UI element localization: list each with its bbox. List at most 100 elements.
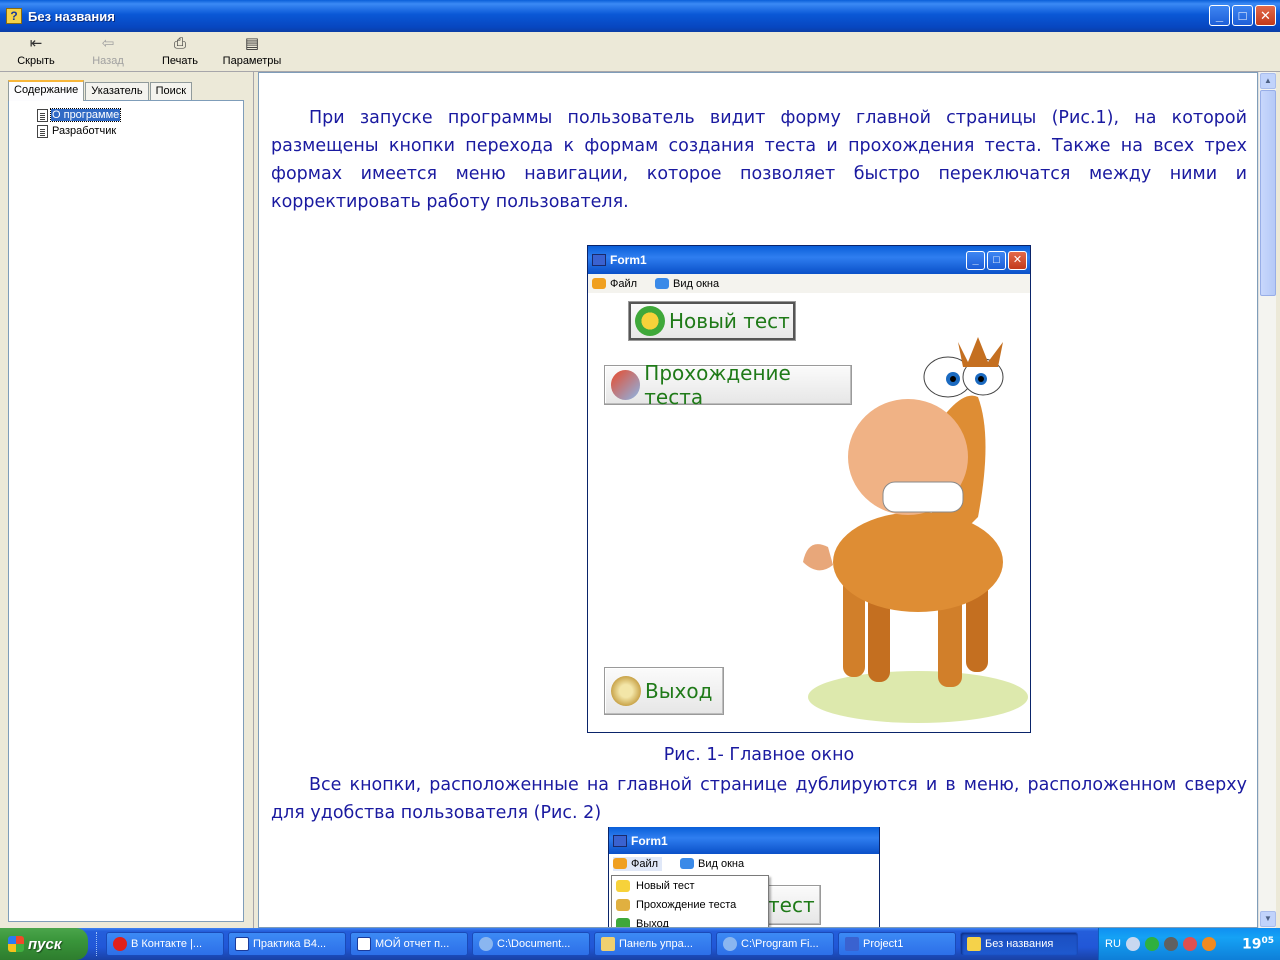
word-document-icon xyxy=(357,937,371,951)
figure2-file-dropdown: Новый тест Прохождение теста Выход xyxy=(611,875,769,928)
menu-file-label: Файл xyxy=(631,857,659,870)
back-label: Назад xyxy=(92,55,124,67)
explorer-icon xyxy=(723,937,737,951)
figure-menu-file: Файл xyxy=(592,278,637,290)
task-label: Без названия xyxy=(985,938,1054,950)
tree-item-label: Разработчик xyxy=(52,125,117,137)
back-button[interactable]: ⇦ Назад xyxy=(72,32,144,71)
figure-exit-button: Выход xyxy=(604,667,724,715)
nav-tabs: Содержание Указатель Поиск xyxy=(8,80,193,101)
form-icon xyxy=(613,834,627,847)
task-help-window[interactable]: Без названия xyxy=(960,932,1078,956)
minimize-button[interactable]: _ xyxy=(1209,5,1230,26)
explorer-icon xyxy=(479,937,493,951)
scroll-up-icon[interactable]: ▲ xyxy=(1260,73,1276,89)
language-indicator[interactable]: RU xyxy=(1105,938,1121,950)
opera-icon xyxy=(113,937,127,951)
task-vkontakte[interactable]: В Контакте |... xyxy=(106,932,224,956)
task-label: Project1 xyxy=(863,938,904,950)
tree-item-label: О программе xyxy=(49,108,122,122)
tab-index[interactable]: Указатель xyxy=(85,82,149,101)
task-practice[interactable]: Практика В4... xyxy=(228,932,346,956)
figure2-title-bar: Form1 xyxy=(609,827,879,854)
clock-hours: 19 xyxy=(1241,936,1262,953)
figure-title: Form1 xyxy=(610,253,647,267)
taskbar: пуск В Контакте |... Практика В4... МОЙ … xyxy=(0,928,1280,960)
tree-item-developer[interactable]: Разработчик xyxy=(37,123,117,139)
figure-new-test-button: Новый тест xyxy=(628,301,796,341)
hide-pane-icon: ⇤ xyxy=(29,35,43,52)
partial-button-label: тест xyxy=(768,893,815,917)
options-button[interactable]: ▤ Параметры xyxy=(216,32,288,71)
scroll-down-icon[interactable]: ▼ xyxy=(1260,911,1276,927)
tab-search[interactable]: Поиск xyxy=(149,82,193,101)
menu-file-label: Файл xyxy=(610,277,638,290)
toolbar: ⇤ Скрыть ⇦ Назад ⎙ Печать ▤ Параметры xyxy=(0,32,1280,72)
figure2-title: Form1 xyxy=(631,833,668,848)
task-project1[interactable]: Project1 xyxy=(838,932,956,956)
tree-item-about[interactable]: О программе xyxy=(37,107,122,123)
task-my-report[interactable]: МОЙ отчет п... xyxy=(350,932,468,956)
start-label: пуск xyxy=(28,935,62,953)
taskbar-separator xyxy=(96,932,102,956)
close-button[interactable]: ✕ xyxy=(1255,5,1276,26)
help-icon xyxy=(967,937,981,951)
back-arrow-icon: ⇦ xyxy=(101,35,115,52)
content-pane: При запуске программы пользователь видит… xyxy=(258,72,1258,928)
task-label: Панель упра... xyxy=(619,938,693,950)
form-icon xyxy=(592,254,606,266)
hide-button[interactable]: ⇤ Скрыть xyxy=(0,32,72,71)
figure-main-window: Form1 _ □ ✕ Файл Вид окна Новый тест Про… xyxy=(587,245,1031,733)
dropdown-item-take-test: Прохождение теста xyxy=(612,895,768,914)
task-program-files[interactable]: C:\Program Fi... xyxy=(716,932,834,956)
document-icon xyxy=(37,124,48,138)
options-icon: ▤ xyxy=(244,35,260,52)
network-icon[interactable] xyxy=(1144,937,1159,951)
new-test-label: Новый тест xyxy=(669,309,790,333)
tab-contents[interactable]: Содержание xyxy=(8,80,85,101)
hide-label: Скрыть xyxy=(17,55,55,67)
document-icon xyxy=(37,108,48,122)
windows-logo-icon xyxy=(8,936,24,952)
title-bar: ? Без названия _ □ ✕ xyxy=(0,0,1280,32)
monitor-icon xyxy=(680,858,695,869)
help-icon: ? xyxy=(6,8,22,24)
checklist-icon xyxy=(611,370,641,400)
folder-icon xyxy=(613,858,627,869)
dropdown-item-label: Прохождение теста xyxy=(636,898,737,911)
options-label: Параметры xyxy=(222,55,282,67)
content-scrollbar[interactable]: ▲ ▼ xyxy=(1258,72,1276,928)
checklist-icon xyxy=(616,898,630,911)
task-label: В Контакте |... xyxy=(131,938,203,950)
control-panel-icon xyxy=(601,937,615,951)
monitor-icon[interactable] xyxy=(1163,937,1178,951)
system-tray: RU 1905 xyxy=(1098,928,1280,960)
print-label: Печать xyxy=(161,55,199,67)
navigation-pane: Содержание Указатель Поиск О программе Р… xyxy=(0,72,254,928)
figure2-menu-file: Файл xyxy=(613,856,663,871)
task-label: Практика В4... xyxy=(253,938,327,950)
tray-arrow-icon[interactable] xyxy=(1125,937,1140,951)
figure-menu-window: Form1 Файл Вид окна тест Новый тест Прох… xyxy=(608,827,880,928)
scroll-thumb[interactable] xyxy=(1260,90,1276,296)
figure1-caption: Рис. 1- Главное окно xyxy=(663,745,855,765)
update-icon[interactable] xyxy=(1201,937,1216,951)
menu-view-label: Вид окна xyxy=(673,277,720,290)
dropdown-item-new-test: Новый тест xyxy=(612,876,768,895)
task-label: МОЙ отчет п... xyxy=(375,938,450,950)
dropdown-item-label: Выход xyxy=(636,917,669,928)
print-button[interactable]: ⎙ Печать xyxy=(144,32,216,71)
exit-icon xyxy=(616,917,630,927)
start-button[interactable]: пуск xyxy=(0,928,88,960)
dropdown-item-label: Новый тест xyxy=(636,879,695,892)
figure-maximize-icon: □ xyxy=(987,251,1006,270)
word-document-icon xyxy=(235,937,249,951)
maximize-button[interactable]: □ xyxy=(1232,5,1253,26)
window-title: Без названия xyxy=(28,8,115,24)
clock[interactable]: 1905 xyxy=(1242,936,1274,953)
security-icon[interactable] xyxy=(1182,937,1197,951)
exit-label: Выход xyxy=(645,679,713,703)
monitor-icon xyxy=(655,278,670,289)
task-documents-folder[interactable]: C:\Document... xyxy=(472,932,590,956)
task-control-panel[interactable]: Панель упра... xyxy=(594,932,712,956)
